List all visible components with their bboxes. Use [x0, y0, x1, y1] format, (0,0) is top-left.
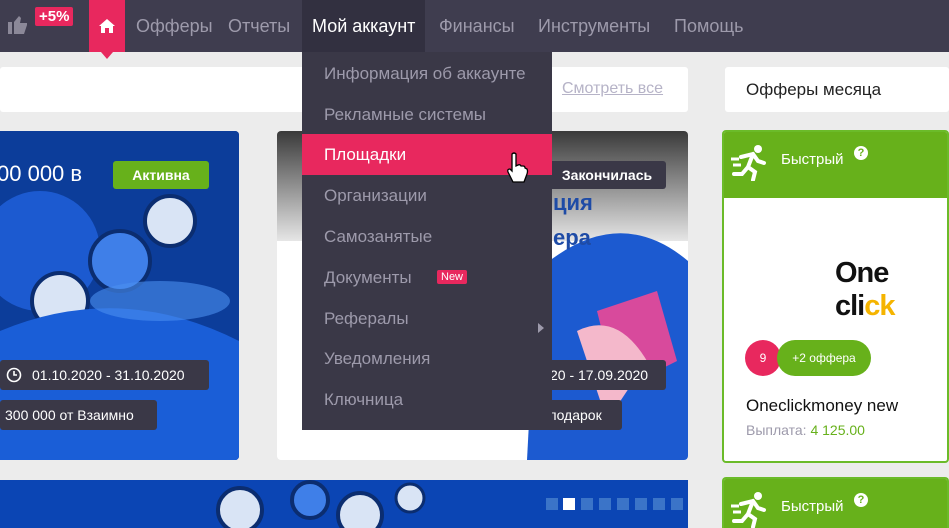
more-offers-button[interactable]: +2 оффера — [777, 340, 871, 376]
menu-documents[interactable]: Документы — [302, 257, 552, 298]
offer-payout: Выплата: 4 125.00 — [746, 422, 865, 438]
status-badge-ended: Закончилась — [548, 161, 666, 189]
nav-tools[interactable]: Инструменты — [538, 0, 650, 52]
menu-account-info[interactable]: Информация об аккаунте — [302, 53, 552, 94]
top-nav: +5% Офферы Отчеты Мой аккаунт Финансы Ин… — [0, 0, 949, 59]
thumbs-up-icon[interactable] — [6, 12, 30, 36]
runner-icon — [731, 145, 766, 181]
offer-speed-label: Быстрый — [781, 151, 844, 168]
submenu-arrow-icon — [538, 323, 544, 333]
offers-of-month-header: Офферы месяца — [725, 67, 949, 112]
my-account-dropdown: Информация об аккаунте Рекламные системы… — [302, 52, 552, 430]
new-badge: New — [437, 270, 468, 284]
offer-name[interactable]: Oneclickmoney new — [746, 396, 898, 416]
nav-help[interactable]: Помощь — [674, 0, 744, 52]
status-badge-active: Активна — [113, 161, 209, 189]
offer-card-header: Быстрый ? — [724, 479, 947, 528]
nav-my-account[interactable]: Мой аккаунт — [302, 0, 426, 52]
promo-card-heading-2: ера — [553, 225, 591, 250]
menu-self-employed[interactable]: Самозанятые — [302, 216, 552, 257]
menu-ad-systems[interactable]: Рекламные системы — [302, 94, 552, 135]
nav-reports[interactable]: Отчеты — [228, 0, 290, 52]
date-range-pill: 01.10.2020 - 31.10.2020 — [0, 360, 209, 390]
date-range-text: 01.10.2020 - 31.10.2020 — [32, 367, 185, 383]
promo-card-heading-1: ция — [553, 190, 593, 215]
date-range-pill-2: 20 - 17.09.2020 — [542, 360, 666, 390]
menu-referrals[interactable]: Рефералы — [302, 298, 552, 339]
bonus-badge: +5% — [35, 7, 74, 26]
carousel-dot[interactable] — [599, 498, 611, 510]
offer-speed-label: Быстрый — [781, 498, 844, 515]
offer-card-header: Быстрый ? — [724, 132, 947, 198]
see-all-link[interactable]: Смотреть все — [562, 80, 663, 98]
carousel-dot[interactable] — [617, 498, 629, 510]
offer-card[interactable]: Быстрый ? — [722, 477, 949, 528]
nav-finance[interactable]: Финансы — [439, 0, 515, 52]
offer-count-badge: 9 — [745, 340, 781, 376]
prize-pill: 300 000 от Взаимно — [0, 400, 157, 430]
menu-keyholder[interactable]: Ключница — [302, 379, 552, 420]
carousel-dot-active[interactable] — [563, 498, 575, 510]
nav-offers[interactable]: Офферы — [136, 0, 213, 52]
carousel-dot[interactable] — [581, 498, 593, 510]
home-button[interactable] — [89, 0, 125, 59]
carousel-dot[interactable] — [635, 498, 647, 510]
home-icon — [99, 19, 115, 33]
hand-cursor-icon — [507, 152, 529, 183]
runner-icon — [731, 492, 766, 528]
carousel-dot[interactable] — [546, 498, 558, 510]
oneclick-logo: One click — [835, 257, 896, 322]
clock-icon — [6, 367, 22, 383]
carousel-dot[interactable] — [653, 498, 665, 510]
carousel-dot[interactable] — [671, 498, 683, 510]
promo-card-title: 00 000 в — [0, 161, 83, 186]
menu-notifications[interactable]: Уведомления — [302, 338, 552, 379]
help-icon[interactable]: ? — [854, 493, 868, 507]
help-icon[interactable]: ? — [854, 146, 868, 160]
